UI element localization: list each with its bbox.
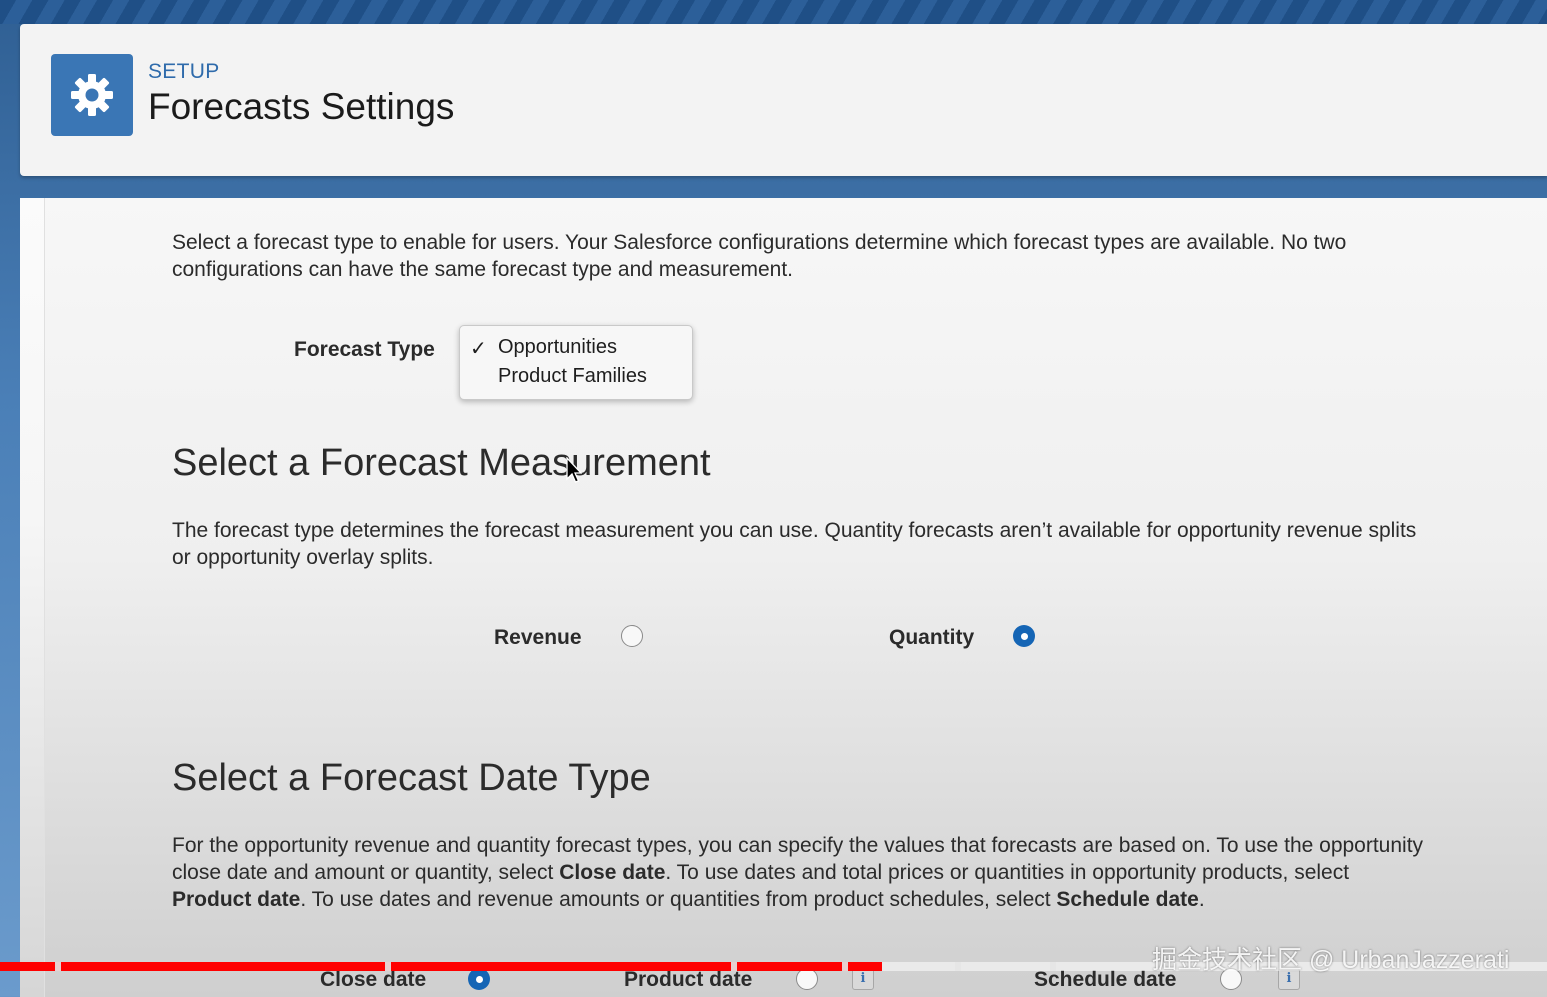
mouse-cursor-icon xyxy=(566,456,583,490)
product-date-info-icon[interactable]: i xyxy=(852,968,874,990)
revenue-label: Revenue xyxy=(494,626,582,649)
chapter-marker xyxy=(1050,962,1056,971)
chapter-marker xyxy=(842,962,848,971)
date-type-description: For the opportunity revenue and quantity… xyxy=(172,832,1423,913)
product-date-radio[interactable] xyxy=(796,968,818,990)
setup-breadcrumb[interactable]: SETUP xyxy=(148,60,220,84)
intro-line-2: configurations can have the same forecas… xyxy=(172,258,794,281)
measurement-desc-line-1: The forecast type determines the forecas… xyxy=(172,519,1417,542)
measurement-description: The forecast type determines the forecas… xyxy=(172,517,1416,571)
quantity-radio[interactable] xyxy=(1013,625,1035,647)
video-progress-fill xyxy=(0,962,882,971)
intro-text: Select a forecast type to enable for use… xyxy=(172,229,1346,283)
date-type-heading: Select a Forecast Date Type xyxy=(172,757,651,799)
date-desc-text: . xyxy=(1198,888,1205,911)
date-desc-text: close date and amount or quantity, selec… xyxy=(172,861,560,884)
chapter-marker xyxy=(955,962,961,971)
dropdown-option-opportunities[interactable]: Opportunities xyxy=(498,336,617,359)
measurement-heading: Select a Forecast Measurement xyxy=(172,442,711,484)
gear-icon xyxy=(71,74,113,116)
date-desc-line-2: close date and amount or quantity, selec… xyxy=(172,859,1423,886)
close-date-radio[interactable] xyxy=(468,968,490,990)
chapter-marker xyxy=(55,962,61,971)
date-desc-bold-product-date: Product date xyxy=(172,888,301,911)
date-desc-text: . To use dates and revenue amounts or qu… xyxy=(300,888,1057,911)
intro-line-1: Select a forecast type to enable for use… xyxy=(172,231,1347,254)
product-date-label: Product date xyxy=(624,968,753,991)
watermark: 掘金技术社区 @ UrbanJazzerati xyxy=(1152,946,1510,974)
revenue-radio[interactable] xyxy=(621,625,643,647)
page-title: Forecasts Settings xyxy=(148,86,455,127)
forecast-type-dropdown[interactable]: ✓ Opportunities Product Families xyxy=(459,325,693,400)
chapter-marker xyxy=(731,962,737,971)
forecast-type-label: Forecast Type xyxy=(294,338,435,361)
date-desc-line-1: For the opportunity revenue and quantity… xyxy=(172,834,1424,857)
page-background-band xyxy=(0,0,1547,24)
close-date-label: Close date xyxy=(320,968,427,991)
date-desc-line-3: Product date. To use dates and revenue a… xyxy=(172,886,1423,913)
date-desc-bold-close-date: Close date xyxy=(559,861,666,884)
chapter-marker xyxy=(385,962,391,971)
date-desc-text: . To use dates and total prices or quant… xyxy=(665,861,1350,884)
checkmark-icon: ✓ xyxy=(470,338,487,360)
measurement-desc-line-2: or opportunity overlay splits. xyxy=(172,546,434,569)
page-header: SETUP Forecasts Settings xyxy=(20,24,1547,176)
dropdown-option-product-families[interactable]: Product Families xyxy=(498,365,647,388)
setup-gear-icon xyxy=(51,54,133,136)
date-desc-bold-schedule-date: Schedule date xyxy=(1056,888,1199,911)
quantity-label: Quantity xyxy=(889,626,975,649)
